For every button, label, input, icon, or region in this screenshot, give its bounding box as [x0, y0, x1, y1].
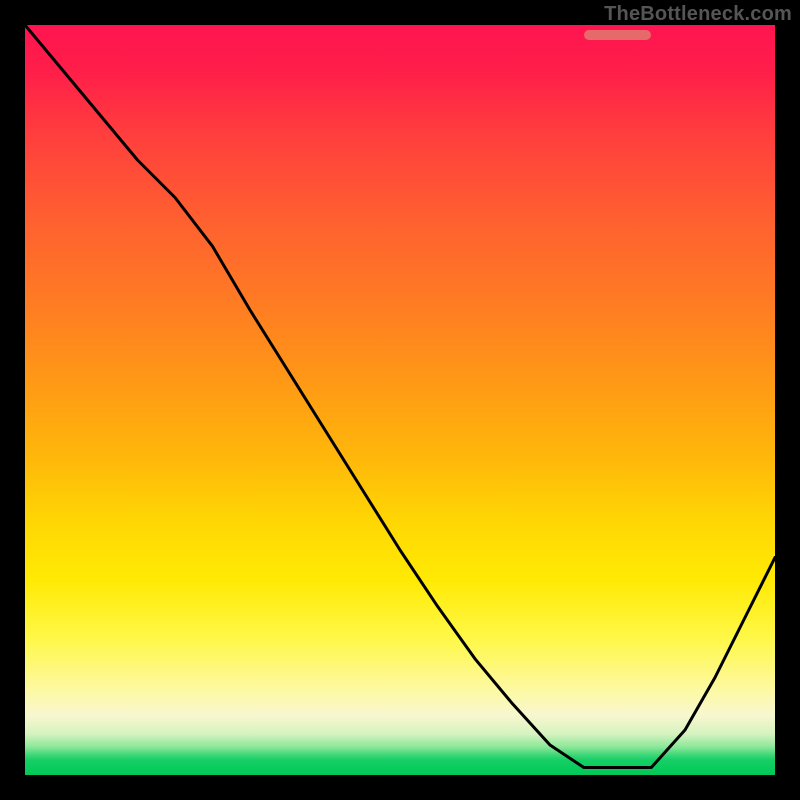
plot-area — [25, 25, 775, 775]
watermark-text: TheBottleneck.com — [604, 3, 792, 26]
chart-frame: TheBottleneck.com — [0, 0, 800, 800]
bottleneck-curve — [25, 25, 775, 775]
optimal-range-marker — [584, 30, 652, 40]
